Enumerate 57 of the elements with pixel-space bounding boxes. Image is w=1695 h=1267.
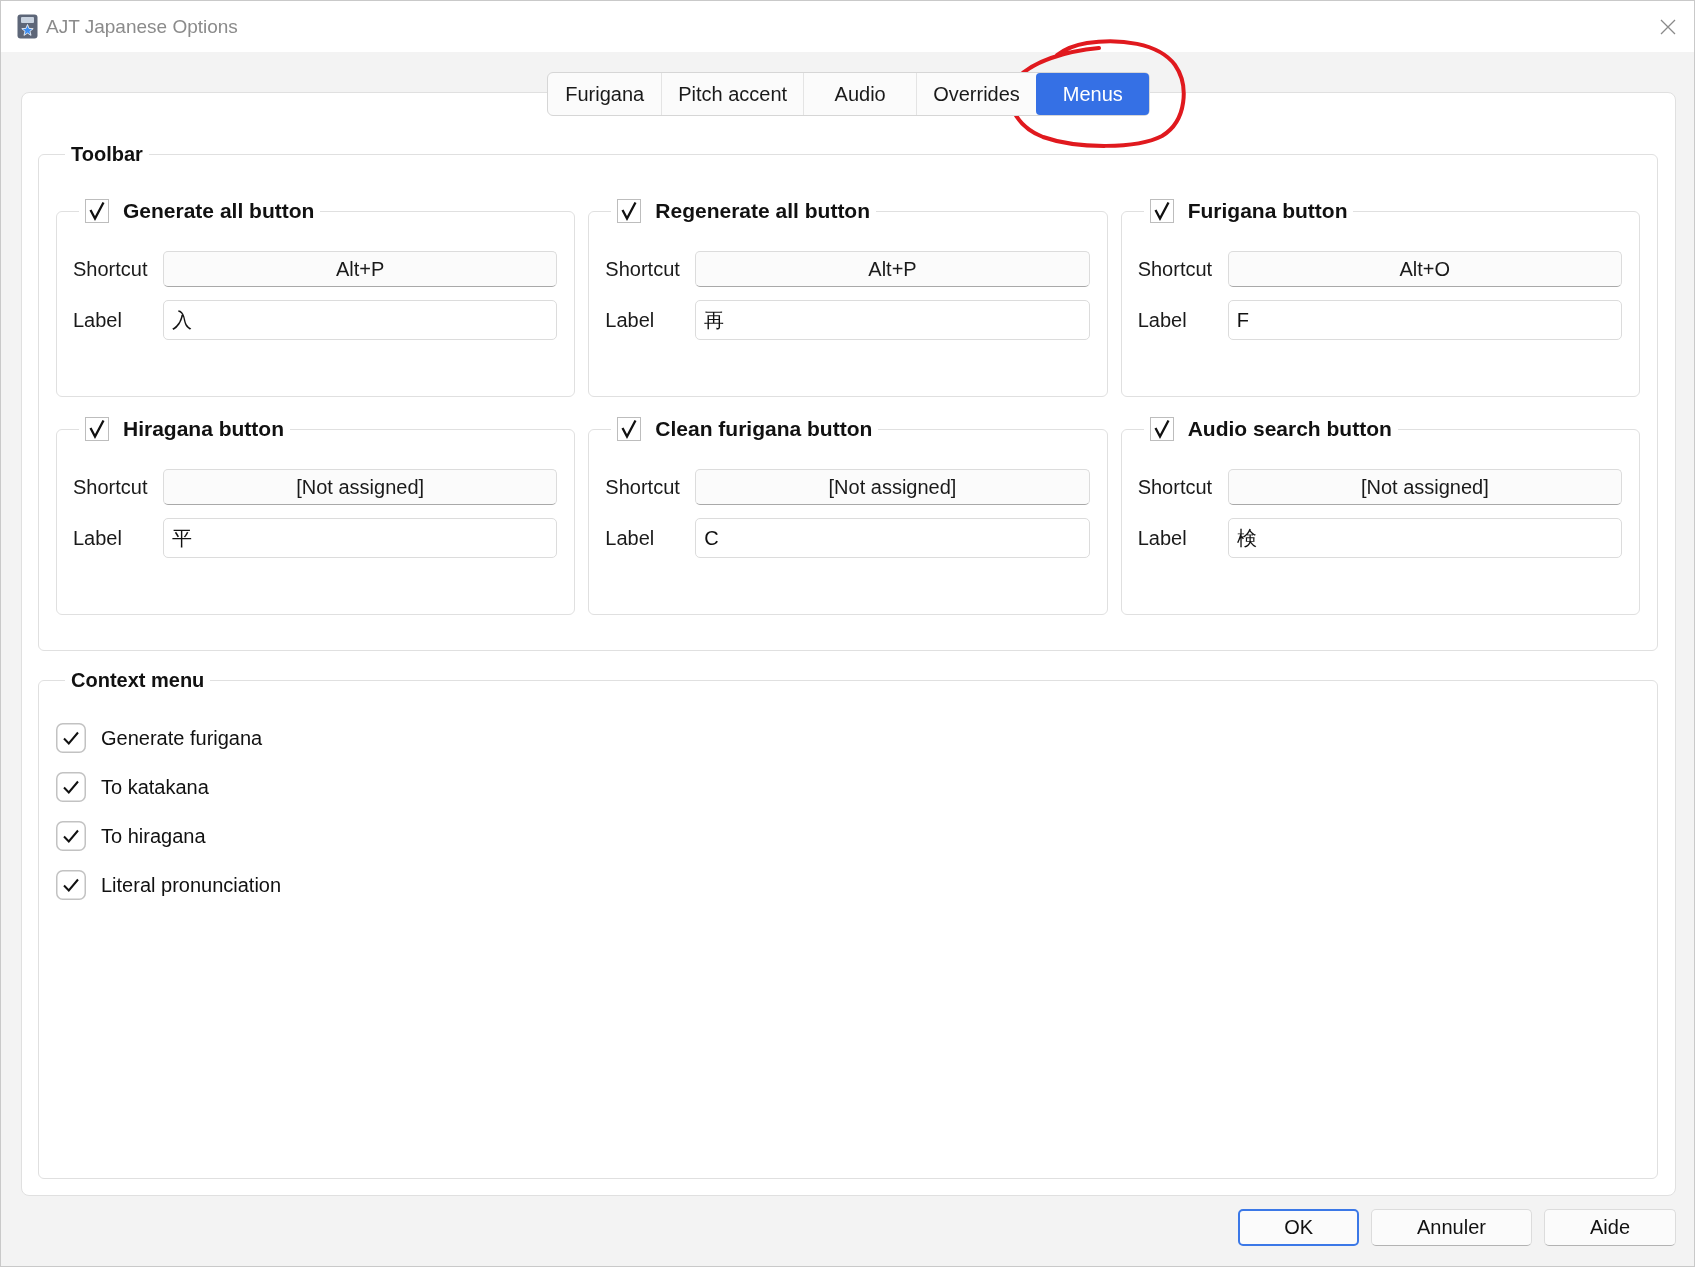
window-title: AJT Japanese Options	[46, 15, 239, 38]
field-label: Shortcut	[605, 257, 681, 281]
shortcut-button[interactable]: Alt+P	[695, 251, 1090, 287]
group-title: Context menu	[70, 668, 206, 692]
field-label: Label	[1137, 308, 1188, 332]
shortcut-button[interactable]: [Not assigned]	[163, 469, 558, 505]
field-label: Shortcut	[605, 475, 681, 499]
checkbox-label[interactable]: Hiragana button	[123, 417, 284, 441]
label-field[interactable]: C	[695, 518, 1090, 558]
checkbox[interactable]	[617, 417, 642, 441]
label-field[interactable]: 入	[163, 300, 558, 340]
checkbox-label[interactable]: Clean furigana button	[655, 417, 873, 441]
checkbox[interactable]	[56, 772, 86, 802]
tab[interactable]: Menus	[1035, 73, 1149, 115]
field-label: Label	[605, 526, 656, 550]
label-field[interactable]: 平	[163, 518, 558, 558]
field-label: Shortcut	[73, 475, 149, 499]
checkbox[interactable]	[617, 199, 642, 223]
tab[interactable]: Pitch accent	[661, 73, 804, 115]
field-label: Label	[73, 526, 123, 550]
dialog-button[interactable]: OK	[1238, 1209, 1360, 1246]
field-label: Shortcut	[1137, 475, 1214, 499]
checkbox-label[interactable]: Generate all button	[123, 199, 315, 223]
checkbox-label[interactable]: Audio search button	[1187, 417, 1392, 441]
shortcut-button[interactable]: [Not assigned]	[695, 469, 1090, 505]
checkbox[interactable]	[56, 723, 86, 753]
tab[interactable]: Audio	[803, 73, 917, 115]
checkbox[interactable]	[85, 417, 109, 441]
checkbox[interactable]	[85, 199, 109, 223]
checkbox-label[interactable]: Furigana button	[1187, 199, 1348, 223]
tab[interactable]: Furigana	[548, 73, 662, 115]
checkbox[interactable]	[1149, 199, 1174, 223]
checkbox-label[interactable]: Generate furigana	[101, 726, 263, 750]
tab[interactable]: Overrides	[916, 73, 1036, 115]
field-label: Shortcut	[73, 257, 149, 281]
checkbox-label[interactable]: To hiragana	[101, 824, 206, 848]
checkbox-label[interactable]: To katakana	[101, 775, 209, 799]
dialog-button[interactable]: Annuler	[1371, 1209, 1532, 1246]
field-label: Shortcut	[1137, 257, 1214, 281]
shortcut-button[interactable]: [Not assigned]	[1227, 469, 1622, 505]
label-field[interactable]: F	[1227, 300, 1622, 340]
label-field[interactable]: 再	[695, 300, 1090, 340]
checkbox[interactable]	[56, 870, 86, 900]
app-icon	[17, 14, 38, 39]
checkbox[interactable]	[56, 821, 86, 851]
group-title: Toolbar	[70, 142, 144, 166]
checkbox[interactable]	[1149, 417, 1174, 441]
label-field[interactable]: 検	[1227, 518, 1622, 558]
checkbox-label[interactable]: Regenerate all button	[655, 199, 871, 223]
field-label: Label	[1137, 526, 1188, 550]
close-icon	[1660, 18, 1676, 35]
checkbox-label[interactable]: Literal pronunciation	[101, 873, 282, 897]
dialog-button[interactable]: Aide	[1543, 1209, 1676, 1246]
shortcut-button[interactable]: Alt+P	[163, 251, 558, 287]
shortcut-button[interactable]: Alt+O	[1227, 251, 1622, 287]
field-label: Label	[605, 308, 656, 332]
field-label: Label	[73, 308, 123, 332]
